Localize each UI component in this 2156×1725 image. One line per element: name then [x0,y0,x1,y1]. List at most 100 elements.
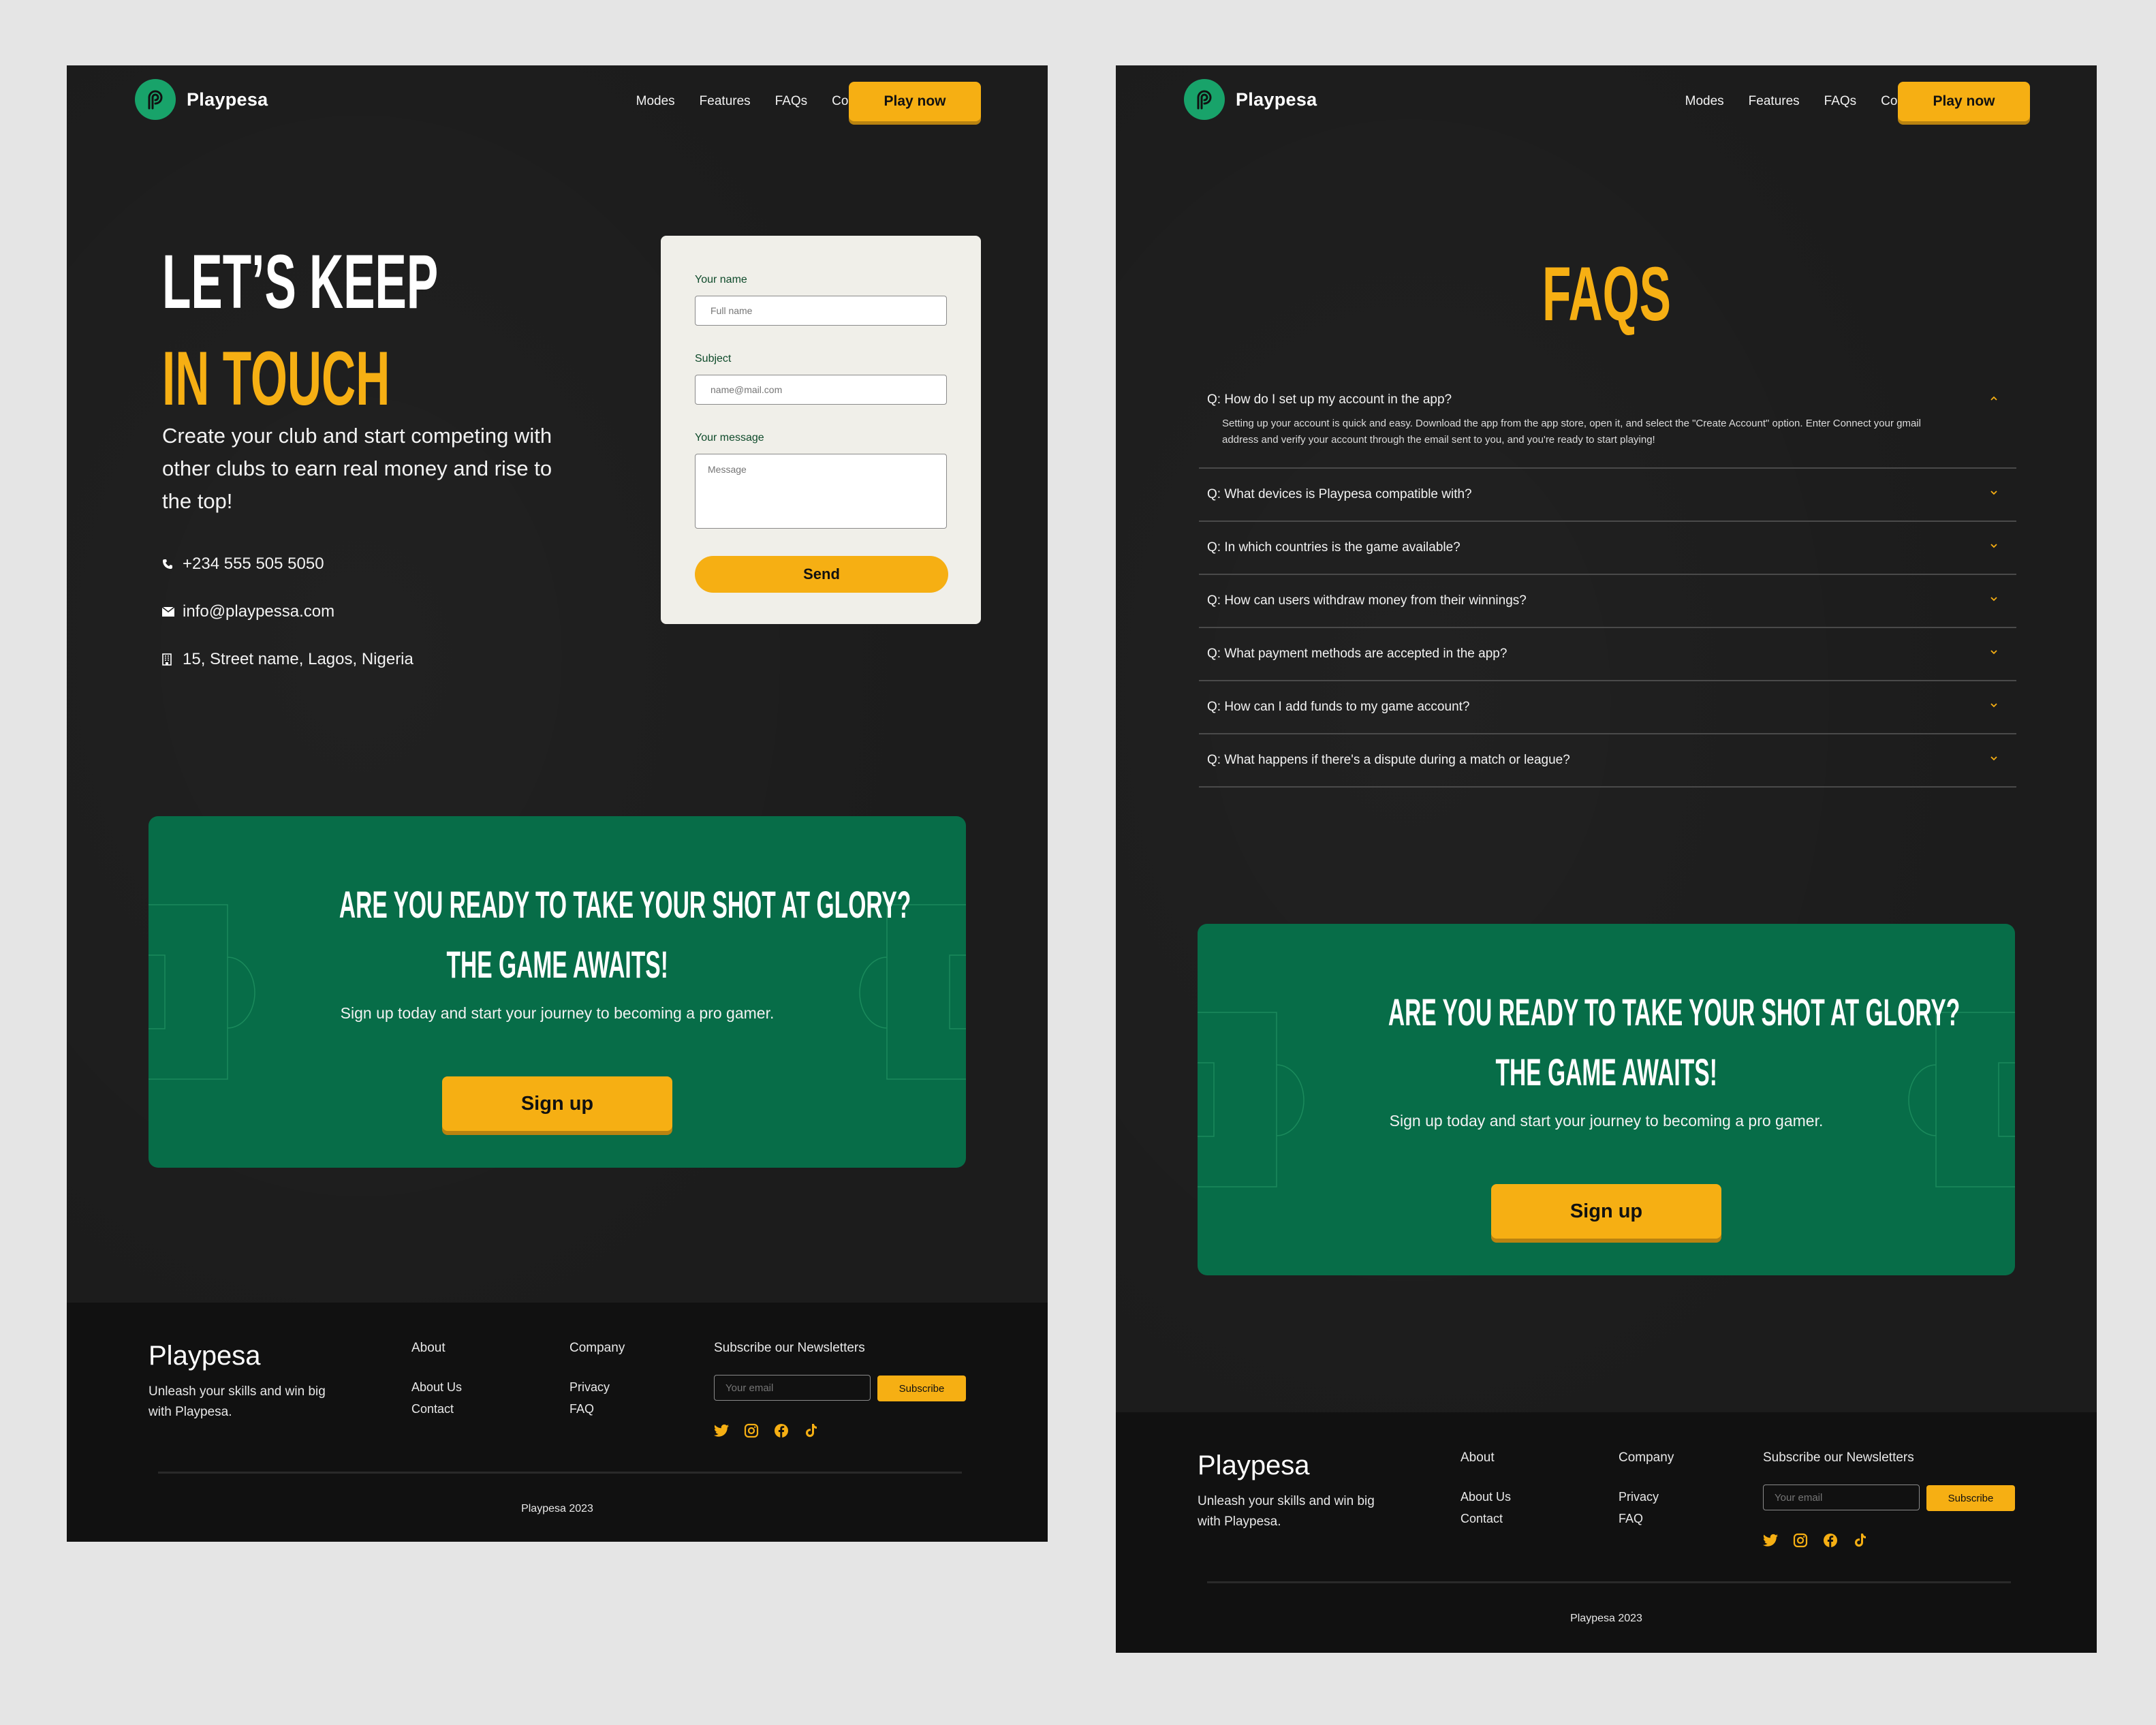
subscribe-button[interactable]: Subscribe [877,1376,966,1401]
chevron-up-icon[interactable] [1989,394,1999,403]
footer-tagline: Unleash your skills and win big with Pla… [149,1384,326,1419]
newsletter-email-input[interactable] [714,1375,871,1401]
footer-link-privacy[interactable]: Privacy [569,1380,610,1395]
faq-question[interactable]: Q: How can I add funds to my game accoun… [1199,681,2016,733]
subject-input[interactable] [695,375,947,405]
playpesa-logo-icon [135,79,176,120]
cta-heading-line2: THE GAME AWAITS! [446,943,668,986]
message-textarea[interactable] [695,454,947,529]
faq-item[interactable]: Q: What payment methods are accepted in … [1199,628,2016,681]
nav-faqs[interactable]: FAQs [1824,94,1857,109]
mail-icon [162,607,183,617]
cta-heading-line2: THE GAME AWAITS! [1495,1051,1717,1093]
contact-form: Your name Subject Your message Send [661,236,981,624]
faq-question[interactable]: Q: What happens if there's a dispute dur… [1199,734,2016,786]
cta-heading-line1: ARE YOU READY TO TAKE YOUR SHOT AT GLORY… [339,883,911,926]
twitter-icon[interactable] [1763,1532,1778,1549]
logo[interactable]: Playpesa [1184,79,1317,120]
hero-heading-line2: IN TOUCH [162,336,390,421]
chevron-down-icon[interactable] [1989,647,1999,657]
faq-item[interactable]: Q: What happens if there's a dispute dur… [1199,734,2016,788]
footer-newsletter-title: Subscribe our Newsletters [714,1341,865,1355]
footer-divider [1207,1581,2011,1583]
tiktok-icon[interactable] [804,1423,819,1439]
instagram-icon[interactable] [1793,1532,1808,1549]
contact-phone-text: +234 555 505 5050 [183,555,324,573]
phone-icon [162,559,183,570]
faq-item[interactable]: Q: How do I set up my account in the app… [1199,375,2016,469]
name-input[interactable] [695,296,947,326]
footer-tagline: Unleash your skills and win big with Pla… [1198,1494,1375,1529]
contact-page: Playpesa Modes Features FAQs Contact us … [67,65,1048,1542]
faq-item[interactable]: Q: What devices is Playpesa compatible w… [1199,469,2016,522]
nav-modes[interactable]: Modes [636,94,675,109]
footer: Playpesa Unleash your skills and win big… [1116,1412,2097,1653]
faq-item[interactable]: Q: In which countries is the game availa… [1199,522,2016,575]
send-button[interactable]: Send [695,556,948,593]
copyright: Playpesa 2023 [521,1503,593,1514]
contact-address: 15, Street name, Lagos, Nigeria [162,650,413,669]
faq-question[interactable]: Q: In which countries is the game availa… [1199,522,2016,574]
playpesa-logo-icon [1184,79,1225,120]
footer-company-title: Company [569,1341,625,1355]
contact-phone: +234 555 505 5050 [162,555,324,574]
social-links [714,1423,819,1439]
nav-features[interactable]: Features [700,94,751,109]
faq-question[interactable]: Q: How can users withdraw money from the… [1199,575,2016,627]
nav-faqs[interactable]: FAQs [775,94,808,109]
tiktok-icon[interactable] [1853,1532,1868,1549]
sign-up-button[interactable]: Sign up [1491,1184,1721,1239]
play-now-button[interactable]: Play now [849,82,981,121]
cta-subtitle: Sign up today and start your journey to … [340,1004,775,1022]
chevron-down-icon[interactable] [1989,488,1999,497]
facebook-icon[interactable] [774,1423,789,1439]
facebook-icon[interactable] [1823,1532,1838,1549]
cta-banner: ARE YOU READY TO TAKE YOUR SHOT AT GLORY… [149,816,966,1168]
message-label: Your message [695,432,764,444]
footer-about-title: About [411,1341,446,1355]
faq-answer: Setting up your account is quick and eas… [1222,418,1921,446]
nav-features[interactable]: Features [1749,94,1800,109]
brand-name: Playpesa [1236,89,1317,110]
cta-heading-line1: ARE YOU READY TO TAKE YOUR SHOT AT GLORY… [1388,991,1960,1034]
contact-address-text: 15, Street name, Lagos, Nigeria [183,650,413,668]
navbar: Playpesa Modes Features FAQs Contact us … [67,65,1048,188]
hero-heading-line1: LET’S KEEP [162,239,439,324]
footer-link-about-us[interactable]: About Us [1460,1490,1511,1504]
building-icon [162,653,183,666]
faq-item[interactable]: Q: How can users withdraw money from the… [1199,575,2016,628]
brand-name: Playpesa [187,89,268,110]
play-now-button[interactable]: Play now [1898,82,2030,121]
footer-brand: Playpesa [1198,1450,1310,1480]
logo[interactable]: Playpesa [135,79,268,120]
subject-label: Subject [695,353,732,364]
footer-link-faq[interactable]: FAQ [1619,1512,1643,1526]
sign-up-button[interactable]: Sign up [442,1076,672,1131]
faq-question[interactable]: Q: How do I set up my account in the app… [1199,375,2016,416]
footer-link-privacy[interactable]: Privacy [1619,1490,1659,1504]
social-links [1763,1532,1868,1549]
contact-email-text[interactable]: info@playpessa.com [183,602,334,621]
chevron-down-icon[interactable] [1989,753,1999,763]
chevron-down-icon[interactable] [1989,594,1999,604]
newsletter-email-input[interactable] [1763,1485,1920,1510]
twitter-icon[interactable] [714,1423,729,1439]
nav-modes[interactable]: Modes [1685,94,1724,109]
name-label: Your name [695,274,747,285]
footer-link-about-us[interactable]: About Us [411,1380,462,1395]
footer-link-faq[interactable]: FAQ [569,1402,594,1416]
chevron-down-icon[interactable] [1989,541,1999,550]
faq-title: FAQS [1542,251,1671,337]
faq-question[interactable]: Q: What payment methods are accepted in … [1199,628,2016,680]
instagram-icon[interactable] [744,1423,759,1439]
faq-question[interactable]: Q: What devices is Playpesa compatible w… [1199,469,2016,520]
copyright: Playpesa 2023 [1570,1613,1642,1624]
hero-paragraph: Create your club and start competing wit… [162,424,552,513]
chevron-down-icon[interactable] [1989,700,1999,710]
faq-item[interactable]: Q: How can I add funds to my game accoun… [1199,681,2016,734]
footer-company-title: Company [1619,1450,1674,1465]
footer-link-contact[interactable]: Contact [1460,1512,1503,1526]
footer-link-contact[interactable]: Contact [411,1402,454,1416]
footer: Playpesa Unleash your skills and win big… [67,1303,1048,1542]
subscribe-button[interactable]: Subscribe [1926,1485,2015,1511]
